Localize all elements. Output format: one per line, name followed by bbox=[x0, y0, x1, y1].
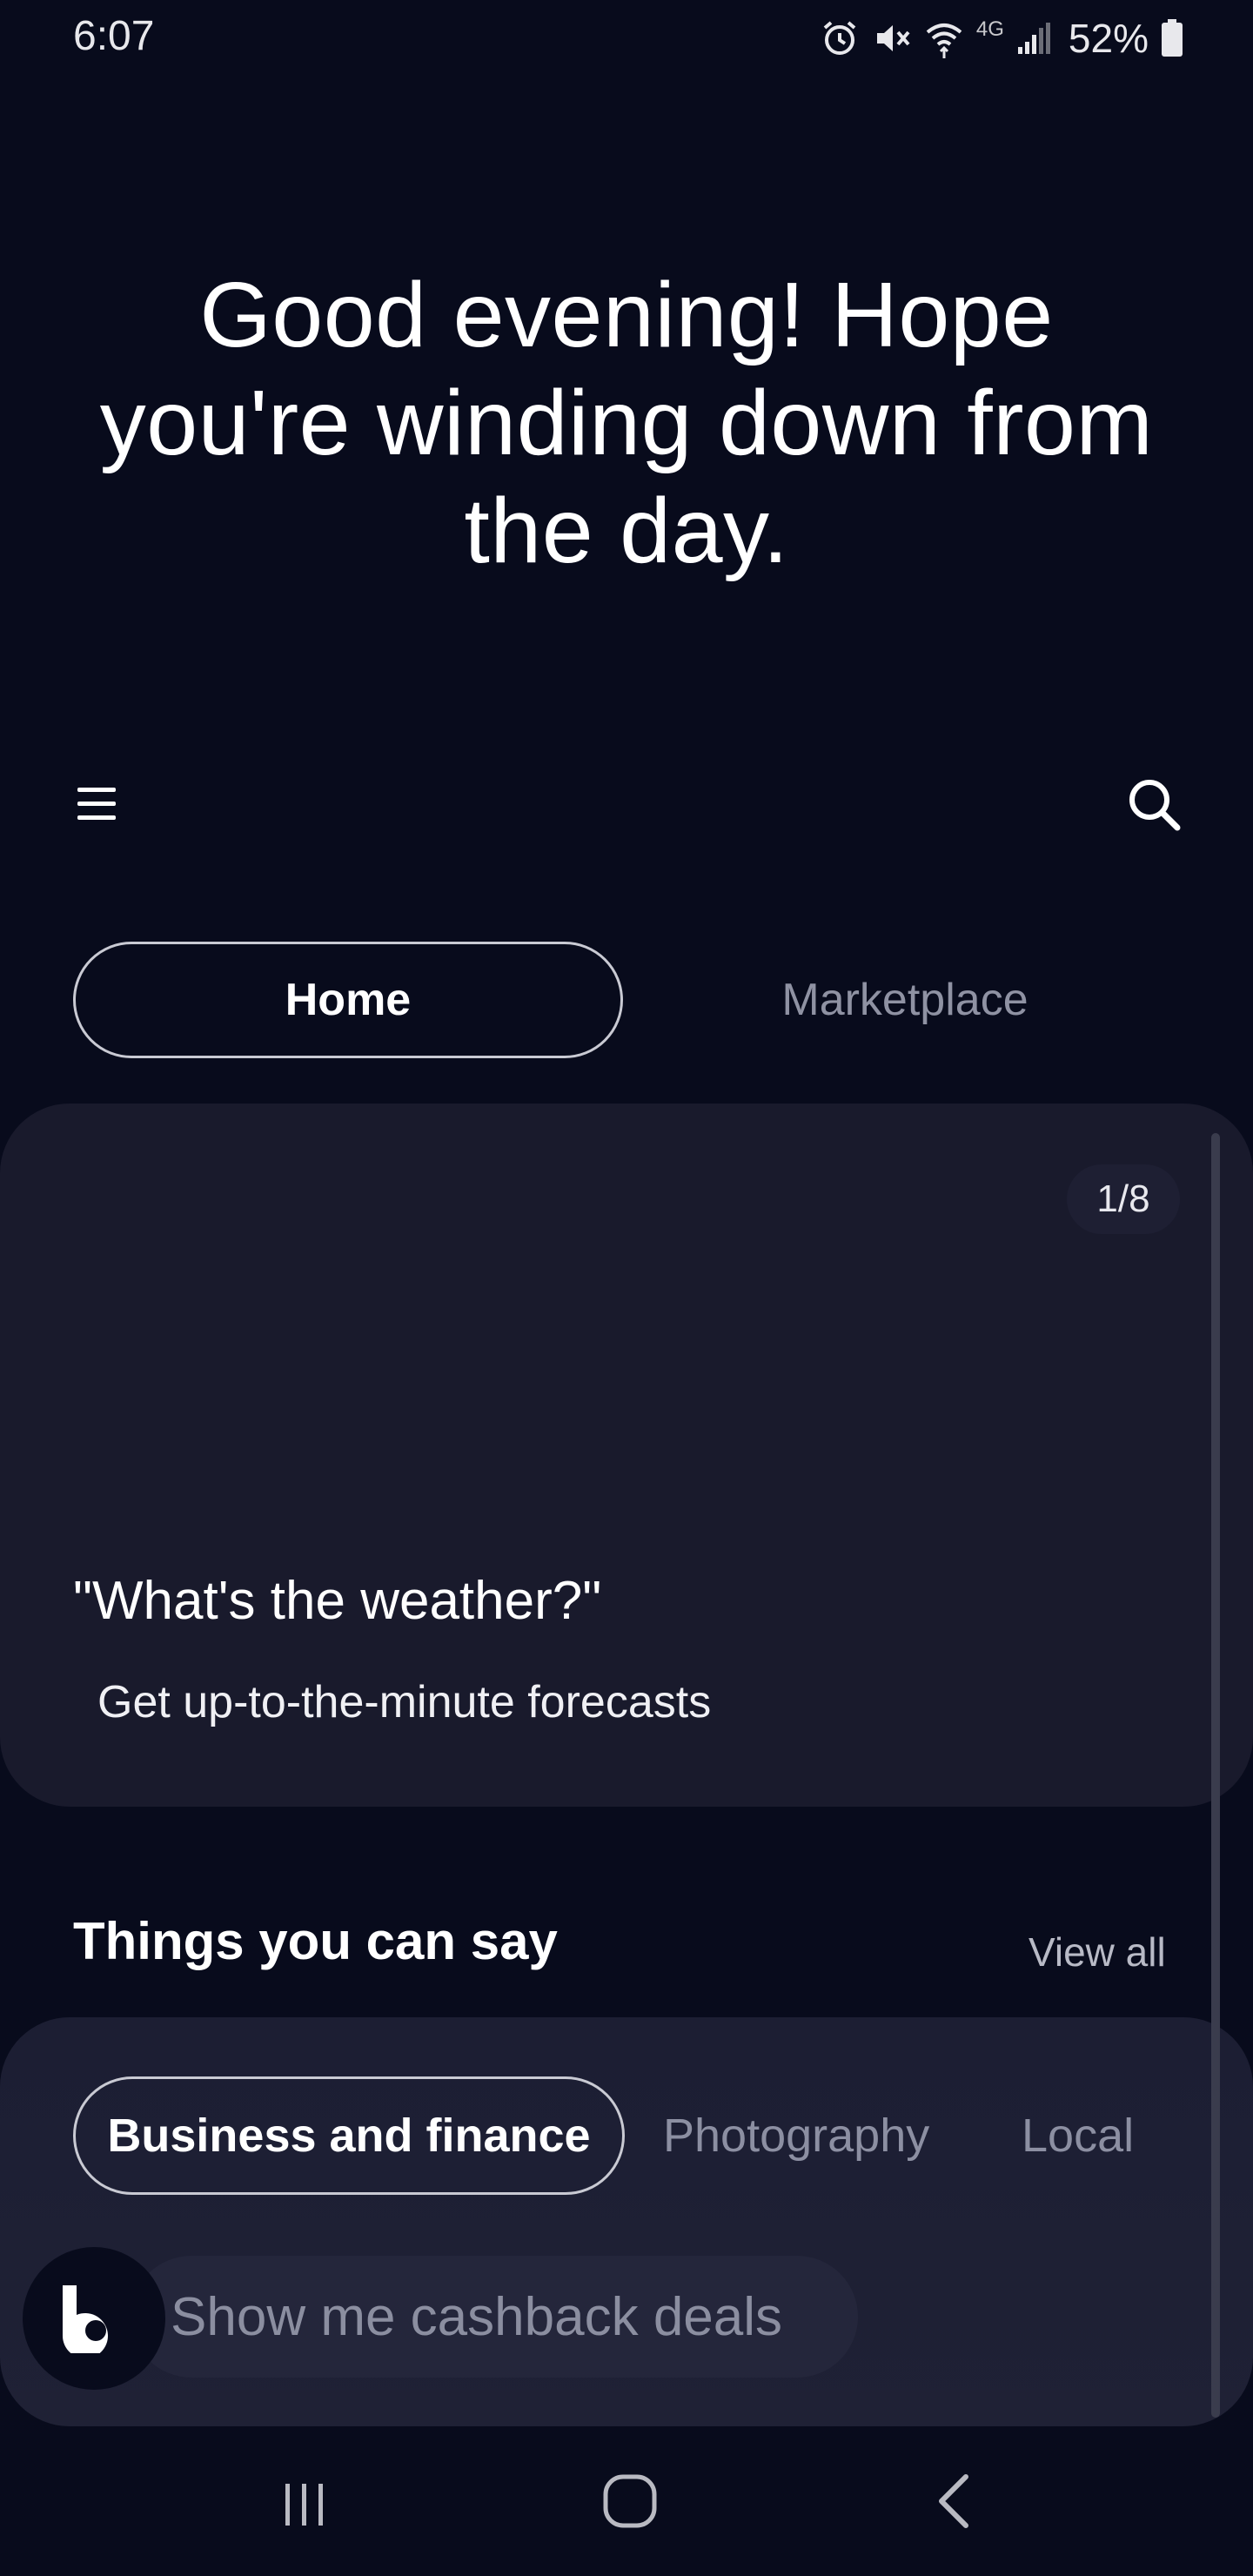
search-button[interactable] bbox=[1122, 775, 1185, 837]
signal-icon bbox=[1016, 21, 1051, 56]
section-title: Things you can say bbox=[73, 1912, 558, 1970]
status-bar: 6:07 4G 52% bbox=[0, 0, 1253, 78]
status-icons: 4G 52% bbox=[820, 12, 1183, 64]
category-chip-business[interactable]: Business and finance bbox=[73, 2076, 625, 2195]
tab-home[interactable]: Home bbox=[73, 942, 623, 1058]
search-icon bbox=[1125, 775, 1183, 837]
hamburger-menu-icon bbox=[76, 784, 119, 828]
card-pager: 1/8 bbox=[1067, 1164, 1180, 1234]
suggestion-utterance[interactable]: Show me cashback deals bbox=[131, 2256, 858, 2378]
view-all-link[interactable]: View all bbox=[1029, 1929, 1166, 1976]
recents-icon bbox=[278, 2479, 331, 2535]
recents-button[interactable] bbox=[270, 2472, 339, 2541]
menu-button[interactable] bbox=[73, 782, 122, 830]
category-chip-photography[interactable]: Photography bbox=[663, 2076, 929, 2195]
card-title: "What's the weather?" bbox=[73, 1571, 602, 1631]
card-subtitle: Get up-to-the-minute forecasts bbox=[97, 1677, 712, 1727]
greeting-text: Good evening! Hope you're winding down f… bbox=[99, 264, 1154, 582]
mute-icon bbox=[872, 18, 912, 58]
back-button[interactable] bbox=[921, 2468, 990, 2538]
battery-icon bbox=[1161, 19, 1183, 57]
alarm-icon bbox=[820, 18, 860, 58]
scrollbar[interactable] bbox=[1211, 1133, 1220, 2418]
back-icon bbox=[929, 2473, 982, 2533]
network-type: 4G bbox=[975, 17, 1004, 41]
home-button[interactable] bbox=[595, 2468, 665, 2538]
bixby-logo-icon bbox=[57, 2280, 131, 2358]
bixby-home-screen: 6:07 4G 52% Good evening! Hope you're wi… bbox=[0, 0, 1253, 2576]
home-icon bbox=[602, 2473, 658, 2533]
status-time: 6:07 bbox=[73, 13, 155, 59]
battery-percent: 52% bbox=[1068, 16, 1149, 61]
tab-marketplace[interactable]: Marketplace bbox=[696, 942, 1114, 1058]
bixby-voice-button[interactable] bbox=[23, 2247, 165, 2390]
wifi-icon bbox=[924, 18, 964, 58]
category-chip-local[interactable]: Local bbox=[1022, 2076, 1134, 2195]
